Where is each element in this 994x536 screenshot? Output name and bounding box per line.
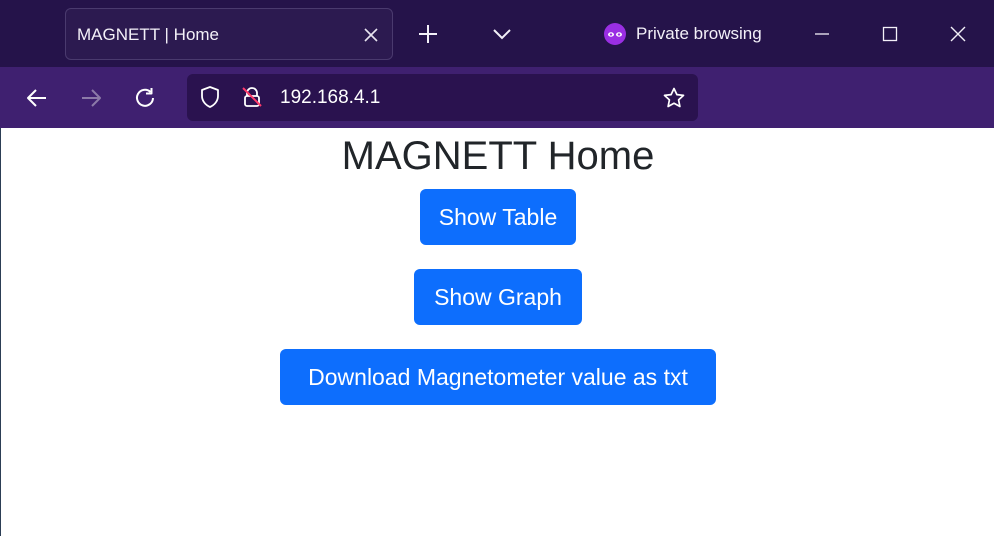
plus-icon[interactable] bbox=[416, 22, 440, 46]
close-icon[interactable] bbox=[361, 25, 381, 45]
maximize-icon[interactable] bbox=[880, 24, 900, 44]
page-content: MAGNETT Home Show Table Show Graph Downl… bbox=[0, 128, 994, 536]
url-bar[interactable]: 192.168.4.1 bbox=[187, 74, 698, 121]
browser-titlebar: MAGNETT | Home Private browsing bbox=[0, 0, 994, 67]
lock-insecure-icon[interactable] bbox=[240, 85, 264, 109]
close-icon[interactable] bbox=[948, 24, 968, 44]
tab-active[interactable]: MAGNETT | Home bbox=[65, 8, 393, 60]
arrow-right-icon[interactable] bbox=[78, 85, 104, 111]
tab-title: MAGNETT | Home bbox=[77, 25, 220, 44]
star-icon[interactable] bbox=[662, 86, 686, 110]
show-table-button[interactable]: Show Table bbox=[420, 189, 576, 245]
url-text[interactable]: 192.168.4.1 bbox=[280, 87, 380, 109]
browser-toolbar: 192.168.4.1 bbox=[0, 67, 994, 128]
private-browsing-label: Private browsing bbox=[636, 24, 762, 43]
shield-icon[interactable] bbox=[198, 85, 222, 109]
chevron-down-icon[interactable] bbox=[490, 22, 514, 46]
reload-icon[interactable] bbox=[132, 85, 158, 111]
minimize-icon[interactable] bbox=[812, 24, 832, 44]
private-mask-icon bbox=[604, 23, 626, 45]
page-title: MAGNETT Home bbox=[341, 134, 655, 178]
show-graph-button[interactable]: Show Graph bbox=[414, 269, 582, 325]
arrow-left-icon[interactable] bbox=[24, 85, 50, 111]
download-button[interactable]: Download Magnetometer value as txt bbox=[280, 349, 716, 405]
